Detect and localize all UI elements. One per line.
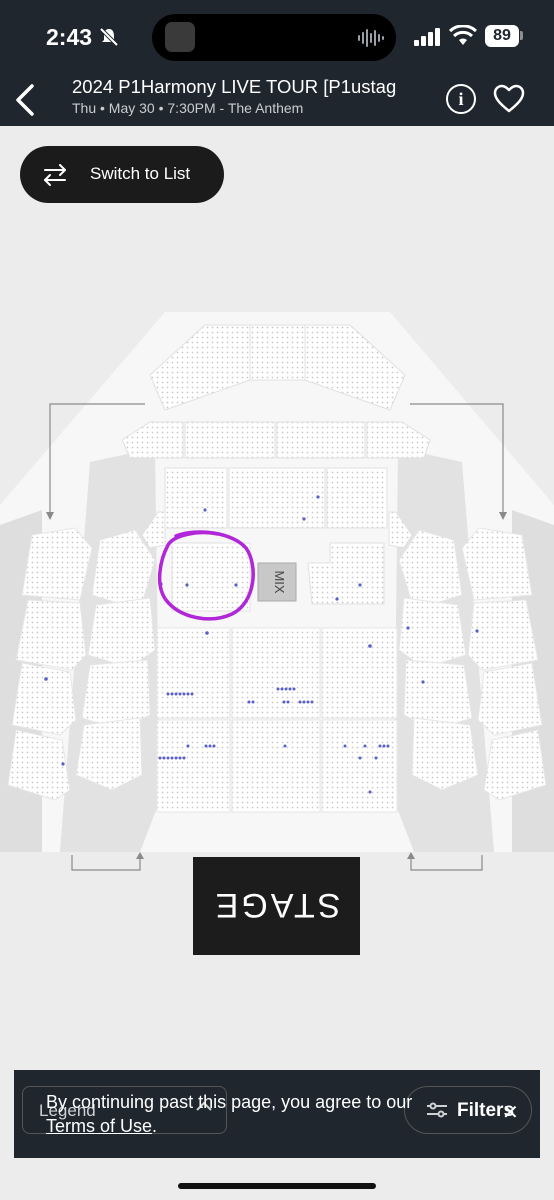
home-indicator[interactable] (178, 1183, 376, 1189)
cookie-message: By continuing past this page, you agree … (46, 1090, 466, 1138)
swap-arrows-icon (44, 164, 66, 186)
battery-level: 89 (485, 25, 519, 47)
cookie-suffix: . (152, 1116, 158, 1136)
audio-wave-icon (358, 29, 384, 47)
status-bar: 2:43 89 (0, 0, 554, 76)
switch-to-list-button[interactable]: Switch to List (20, 146, 224, 203)
stage-label: STAGE (212, 886, 341, 924)
back-arrow-icon[interactable] (12, 80, 38, 120)
battery-tip (520, 31, 523, 40)
section-mezzanine-center-left[interactable] (184, 421, 276, 459)
switch-to-list-label: Switch to List (90, 164, 191, 183)
now-playing-artwork (165, 22, 195, 52)
clock: 2:43 (46, 24, 93, 50)
terms-of-use-link[interactable]: Terms of Use (46, 1116, 152, 1136)
cookie-text: By continuing past this page, you agree … (46, 1092, 413, 1112)
event-header: 2024 P1Harmony LIVE TOUR [P1ustag Thu • … (0, 76, 554, 126)
section-mezzanine-center-right[interactable] (276, 421, 366, 459)
section-selected[interactable] (171, 542, 251, 612)
section-upper-left[interactable] (164, 467, 228, 529)
favorite-heart-icon[interactable] (493, 84, 525, 114)
wifi-icon (449, 25, 477, 45)
event-title: 2024 P1Harmony LIVE TOUR [P1ustag (72, 76, 397, 97)
floor-sections[interactable] (156, 627, 398, 813)
info-icon[interactable]: i (446, 84, 476, 114)
venue-seat-map[interactable] (0, 300, 554, 1070)
close-icon[interactable]: ✕ (502, 1100, 519, 1125)
section-upper-right[interactable] (326, 467, 388, 529)
section-balcony-center[interactable] (249, 324, 306, 381)
mix-label: MIX (272, 570, 287, 594)
cellular-signal-icon (414, 28, 440, 46)
event-subtitle: Thu • May 30 • 7:30PM - The Anthem (72, 100, 304, 116)
cookie-banner: Legend Filters By continuing past this p… (14, 1070, 540, 1158)
section-upper-center[interactable] (228, 467, 326, 529)
bell-muted-icon (99, 27, 119, 47)
